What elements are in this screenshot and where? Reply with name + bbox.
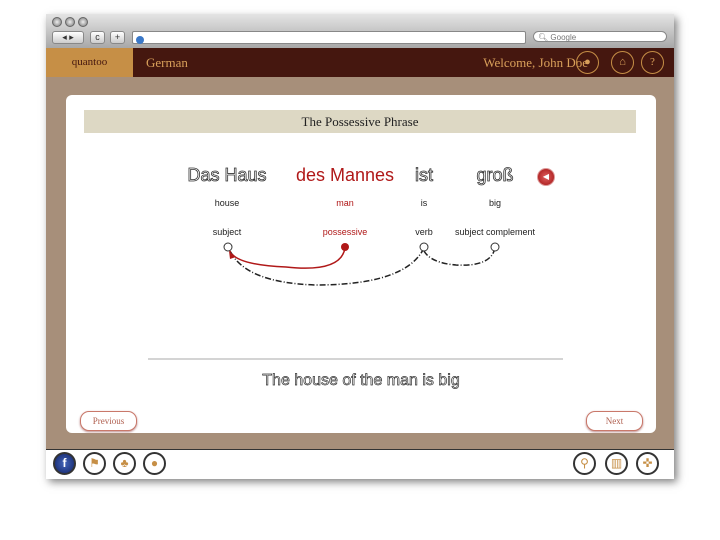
book-icon[interactable]: ▥: [605, 452, 628, 475]
compass-icon[interactable]: ✜: [636, 452, 659, 475]
add-tab-button[interactable]: +: [110, 31, 125, 44]
url-input[interactable]: [132, 31, 526, 44]
node-subject: [223, 242, 233, 252]
globe-icon: [136, 36, 144, 44]
search-icon: 🔍︎: [538, 33, 551, 42]
previous-button[interactable]: Previous: [80, 411, 137, 431]
close-window-button[interactable]: [52, 17, 62, 27]
app-header: quantoo German Welcome, John Doe ● ⌂ ?: [46, 48, 674, 77]
minimize-window-button[interactable]: [65, 17, 75, 27]
bottom-toolbar: f ⚑ ♣ ● ⚲ ▥ ✜: [46, 449, 674, 479]
user-icon[interactable]: ●: [576, 51, 599, 74]
flag-icon[interactable]: ⚑: [83, 452, 106, 475]
reload-button[interactable]: c: [90, 31, 105, 44]
language-label[interactable]: German: [146, 48, 188, 77]
facebook-icon[interactable]: f: [53, 452, 76, 475]
welcome-text: Welcome, John Doe: [483, 55, 588, 70]
arrow-head: [229, 251, 236, 259]
complement-verb-arc: [423, 247, 496, 266]
search-input[interactable]: 🔍︎ Google: [533, 31, 667, 42]
chat-icon[interactable]: ●: [143, 452, 166, 475]
browser-chrome: ◂ ▸ c + 🔍︎ Google: [46, 14, 674, 48]
magnifier-icon[interactable]: ⚲: [573, 452, 596, 475]
bell-icon[interactable]: ♣: [113, 452, 136, 475]
maximize-window-button[interactable]: [78, 17, 88, 27]
home-icon[interactable]: ⌂: [611, 51, 634, 74]
lesson-card: The Possessive Phrase Das Haus des Manne…: [66, 95, 656, 433]
back-forward-button[interactable]: ◂ ▸: [52, 31, 84, 44]
node-possessive: [341, 243, 349, 251]
node-verb: [419, 242, 429, 252]
node-complement: [490, 242, 500, 252]
next-button[interactable]: Next: [586, 411, 643, 431]
verb-subject-arc: [229, 247, 425, 286]
possessive-arc: [229, 247, 346, 269]
browser-window: ◂ ▸ c + 🔍︎ Google quantoo German Welcome…: [46, 14, 674, 479]
help-icon[interactable]: ?: [641, 51, 664, 74]
logo[interactable]: quantoo: [46, 48, 133, 77]
translation-sentence: The house of the man is big: [262, 372, 460, 390]
